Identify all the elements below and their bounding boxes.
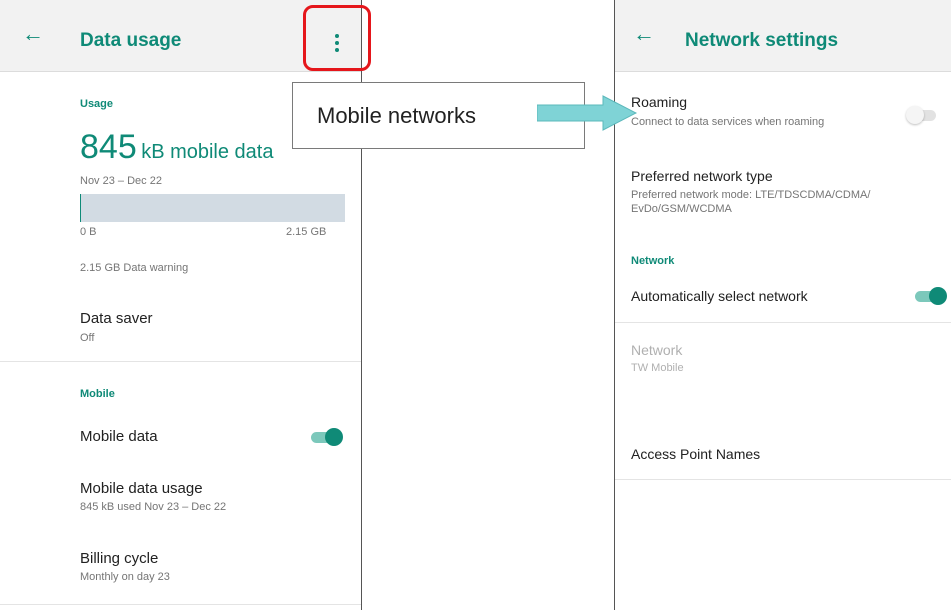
usage-section-header: Usage xyxy=(80,98,114,110)
date-range: Nov 23 – Dec 22 xyxy=(80,175,162,187)
divider xyxy=(615,479,951,480)
preferred-network-summary-line2: EvDo/GSM/WCDMA xyxy=(631,203,732,215)
divider xyxy=(0,604,361,605)
usage-amount: 845 xyxy=(80,128,137,166)
mobile-data-usage-row[interactable]: Mobile data usage 845 kB used Nov 23 – D… xyxy=(0,468,360,524)
auto-select-network-row[interactable]: Automatically select network xyxy=(615,276,951,322)
highlight-box xyxy=(303,5,371,71)
billing-cycle-row[interactable]: Billing cycle Monthly on day 23 xyxy=(0,538,360,594)
mobile-data-row[interactable]: Mobile data xyxy=(0,414,360,460)
app-bar: ← Network settings xyxy=(615,0,951,72)
mobile-section-header: Mobile xyxy=(80,388,115,400)
auto-select-network-title: Automatically select network xyxy=(631,288,808,304)
mobile-data-title: Mobile data xyxy=(80,428,158,445)
usage-progress-bar xyxy=(80,194,345,222)
divider xyxy=(0,361,361,362)
roaming-summary: Connect to data services when roaming xyxy=(631,116,825,128)
network-row: Network TW Mobile xyxy=(615,336,951,386)
mobile-data-usage-summary: 845 kB used Nov 23 – Dec 22 xyxy=(80,501,227,513)
network-value: TW Mobile xyxy=(631,362,684,374)
divider xyxy=(615,322,951,323)
bar-max-label: 2.15 GB xyxy=(286,226,327,238)
preferred-network-title: Preferred network type xyxy=(631,168,773,184)
network-title: Network xyxy=(631,342,683,358)
billing-cycle-summary: Monthly on day 23 xyxy=(80,571,170,583)
roaming-title: Roaming xyxy=(631,94,688,110)
page-title: Network settings xyxy=(685,30,839,51)
preferred-network-summary-line1: Preferred network mode: LTE/TDSCDMA/CDMA… xyxy=(631,189,871,201)
access-point-names-title: Access Point Names xyxy=(631,446,761,462)
bar-min-label: 0 B xyxy=(80,226,97,238)
data-warning: 2.15 GB Data warning xyxy=(80,262,189,274)
preferred-network-row[interactable]: Preferred network type Preferred network… xyxy=(615,162,951,228)
roaming-toggle[interactable] xyxy=(906,105,940,125)
auto-select-network-toggle[interactable] xyxy=(913,286,947,306)
usage-unit: kB mobile data xyxy=(141,141,274,163)
usage-summary: 845 kB mobile data xyxy=(80,128,273,167)
callout-label: Mobile networks xyxy=(317,103,476,128)
data-saver-row[interactable]: Data saver Off xyxy=(0,296,360,360)
page-title: Data usage xyxy=(80,30,182,51)
network-settings-screen: ← Network settings Roaming Connect to da… xyxy=(614,0,951,610)
back-arrow-icon[interactable]: ← xyxy=(22,22,44,46)
billing-cycle-title: Billing cycle xyxy=(80,550,159,567)
callout-arrow-icon xyxy=(537,95,637,131)
network-section-header: Network xyxy=(631,255,675,267)
data-saver-title: Data saver xyxy=(80,310,153,327)
access-point-names-row[interactable]: Access Point Names xyxy=(615,432,951,478)
data-saver-value: Off xyxy=(80,332,95,344)
mobile-data-toggle[interactable] xyxy=(309,427,343,447)
roaming-row[interactable]: Roaming Connect to data services when ro… xyxy=(615,90,951,146)
mobile-data-usage-title: Mobile data usage xyxy=(80,480,203,497)
back-arrow-icon[interactable]: ← xyxy=(633,22,655,46)
